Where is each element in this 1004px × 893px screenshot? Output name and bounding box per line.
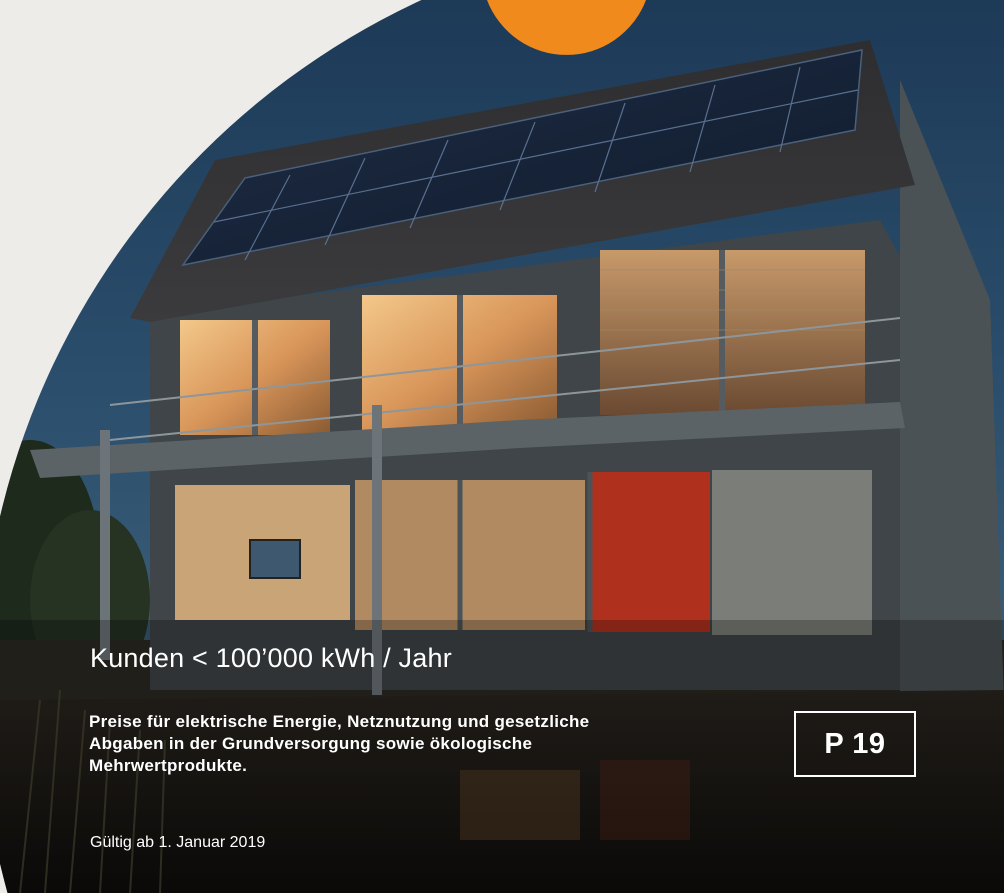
description-line: Preise für elektrische Energie, Netznutz…	[89, 712, 590, 731]
cover-description: Preise für elektrische Energie, Netznutz…	[89, 711, 749, 777]
valid-from-text: Gültig ab 1. Januar 2019	[90, 834, 266, 851]
description-line: Abgaben in der Grundversorgung sowie öko…	[89, 734, 533, 753]
cover-title: Kunden < 100’000 kWh / Jahr	[90, 643, 452, 673]
product-code-badge: P 19	[794, 711, 916, 777]
description-line: Mehrwertprodukte.	[89, 756, 248, 775]
